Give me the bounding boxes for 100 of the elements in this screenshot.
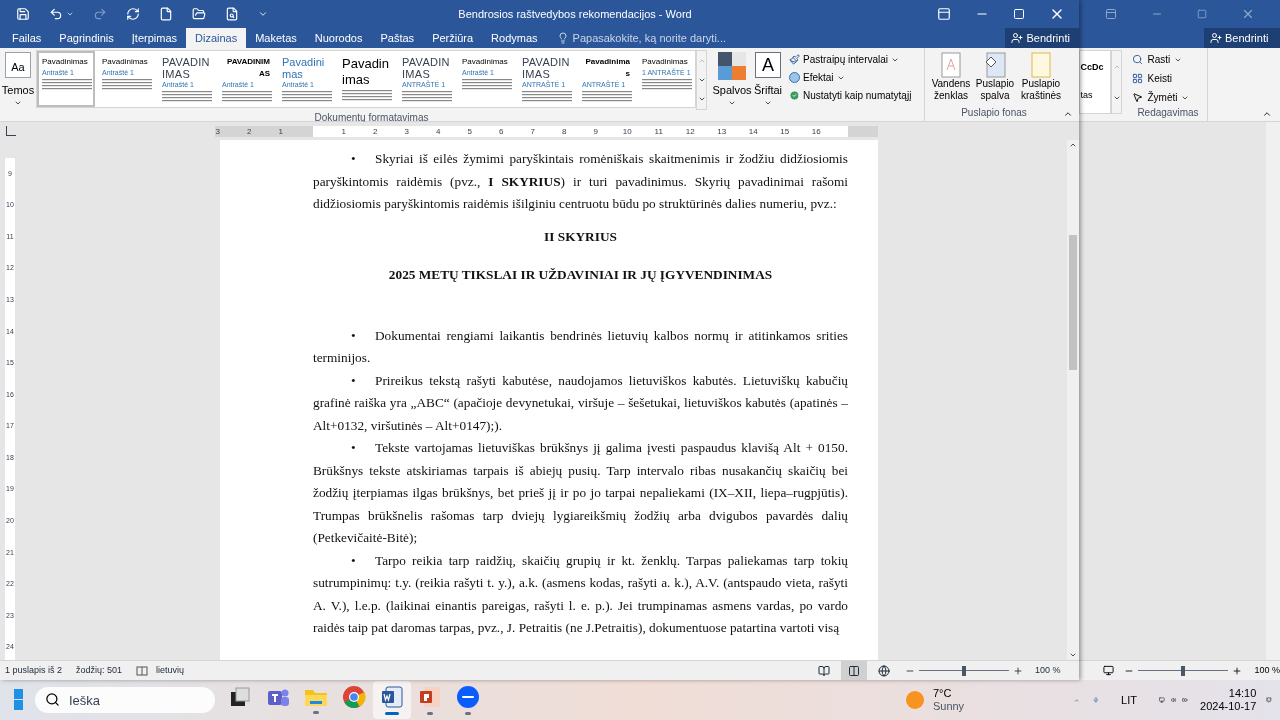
document-app-icon[interactable] — [379, 685, 404, 709]
ruler-number: 14 — [748, 125, 758, 137]
search-icon — [1132, 54, 1144, 65]
ribbon-tab[interactable]: Dizainas — [186, 28, 247, 48]
ruler-number: 16 — [811, 125, 821, 137]
video-call-icon[interactable] — [455, 685, 480, 709]
undo-icon[interactable] — [49, 7, 63, 21]
start-icon[interactable] — [14, 689, 23, 711]
clock-time[interactable]: 14:10 — [1228, 687, 1257, 700]
open-folder-icon[interactable] — [192, 7, 206, 21]
style-thumbnail[interactable]: CcDc tas — [1079, 50, 1112, 114]
text-lines-drawing — [342, 90, 392, 101]
web-layout-icon[interactable] — [1103, 665, 1115, 676]
paragraph: • Tarpo reikia tarp raidžių, skaičių grupių ir kt. ženklų. Tarpas paliekamas tarp tokių sutrumpinimų: t.y. (reikia rašyti t. y.), a.k. (asmens kodas, rašyti a. k.), A.V. (antspaudo vieta, rašyti A. V.), l.e.p. (laikinai einantis pareigas, rašyti l. e. p.). Jei trumpinamas asmens vardas, po vardo raidės taip pat daromas tarpas, pvz., J. Petraitis (ne J.Petraitis), dokumentuose patartina vartoti visą — [313, 551, 848, 637]
scrollbar-thumb[interactable] — [1069, 235, 1078, 370]
text-lines-drawing — [642, 79, 692, 90]
tell-me-field[interactable]: Papasakokite, ką norite daryti... — [572, 29, 743, 47]
ruler-number: 3 — [404, 125, 409, 137]
editing-command[interactable]: Keisti — [1132, 71, 1208, 86]
editing-command[interactable]: Rasti — [1132, 52, 1208, 67]
collapse-ribbon-icon[interactable] — [1063, 109, 1074, 119]
ribbon-tab[interactable]: Pagrindinis — [50, 28, 123, 48]
ruler-number: 4 — [436, 125, 441, 137]
ribbon-tab[interactable]: Nuorodos — [305, 28, 372, 48]
vertical-scrollbar[interactable] — [1067, 140, 1080, 660]
theme-icon[interactable]: Aa — [5, 52, 31, 78]
themes-button[interactable]: Temos — [1, 82, 35, 107]
new-document-icon[interactable] — [159, 7, 173, 21]
collapse-ribbon-icon[interactable] — [1262, 109, 1272, 119]
ruler-number: 5 — [467, 125, 472, 137]
print-preview-icon[interactable] — [225, 7, 239, 21]
paragraph-spacing-button[interactable]: Pastraipų intervalai — [789, 52, 924, 67]
slides-app-icon[interactable] — [417, 685, 442, 709]
taskbar-search-field[interactable]: Ieška — [34, 687, 215, 713]
slider-thumb[interactable] — [1181, 665, 1186, 676]
sync-icon[interactable] — [126, 7, 140, 21]
font-icon[interactable]: A — [755, 52, 781, 78]
ruler-number: 7 — [530, 125, 535, 137]
zoom-level: 100 % — [1034, 663, 1061, 677]
colors-button[interactable]: Spalvos — [712, 82, 752, 107]
color-palette-icon[interactable] — [718, 52, 746, 80]
clock-date[interactable]: 2024-10-17 — [1200, 700, 1257, 713]
window-title: Bendrosios raštvedybos rekomendacijos - Word — [457, 6, 693, 22]
text-lines-drawing — [42, 79, 92, 90]
maximize-icon[interactable] — [1013, 8, 1026, 20]
style-title: PAVADINIMAS — [162, 56, 210, 80]
slider-thumb[interactable] — [961, 665, 966, 676]
cursor-icon — [1132, 92, 1144, 103]
ruler-number: 12 — [685, 125, 695, 137]
scroll-down-icon[interactable] — [1069, 651, 1078, 659]
watermark-button[interactable]: Vandens ženklas — [931, 52, 971, 102]
editing-command[interactable]: Žymėti — [1132, 90, 1208, 105]
paragraph: • Prireikus tekstą rašyti kabutėse, naudojamos lietuviškos kabutės. Lietuviškų kabučių grafinė raiška yra „ABC“ (apačioje devynetukai, viršuje – šešetukai, lietuviškos kabutės (apatinės – Alt+0132, viršutinės – Alt+0147);). — [313, 371, 848, 435]
scroll-down-icon[interactable] — [697, 76, 706, 84]
search-icon — [44, 692, 60, 707]
style-title: Pavadinimas — [342, 56, 390, 88]
ribbon-tab[interactable]: Įterpimas — [122, 28, 186, 48]
paragraph: • Dokumentai rengiami laikantis bendrinės lietuvių kalbos normų ir atitinkamos srities terminijos. — [313, 326, 848, 367]
group-label: Dokumentų formatavimas — [313, 112, 430, 124]
language-indicator[interactable]: lietuvių — [156, 663, 185, 678]
customize-toolbar-icon[interactable] — [258, 9, 268, 19]
scroll-up-icon[interactable] — [1069, 141, 1078, 149]
style-title: PAVADINIMAS — [402, 56, 450, 80]
browser-icon[interactable] — [341, 685, 366, 709]
zoom-in-icon[interactable] — [1012, 665, 1023, 676]
ribbon-tab[interactable]: Paštas — [371, 28, 424, 48]
ruler-number: 2 — [247, 125, 252, 137]
effects-button[interactable]: Efektai — [789, 70, 924, 85]
text-lines-drawing — [282, 91, 332, 102]
section-heading: 2025 METŲ TIKSLAI IR UŽDAVINIAI IR JŲ ĮGYVENDINIMAS — [387, 266, 774, 284]
vertical-scrollbar[interactable] — [1266, 122, 1280, 660]
style-title: CcDc — [1080, 61, 1105, 74]
input-language[interactable]: LIT — [1121, 691, 1137, 709]
globe-icon — [877, 664, 890, 677]
share-button[interactable]: Bendrinti — [1005, 28, 1080, 48]
ribbon-tab[interactable]: Rodymas — [482, 28, 547, 48]
task-view-icon[interactable] — [228, 686, 251, 708]
section-heading: II SKYRIUS — [543, 227, 618, 246]
page-color-button[interactable]: Puslapio spalva — [973, 52, 1017, 102]
person-add-icon — [1210, 32, 1222, 44]
ribbon-tab[interactable]: Peržiūra — [423, 28, 483, 48]
set-default-button[interactable]: Nustatyti kaip numatytąjį — [789, 88, 924, 103]
save-icon[interactable] — [16, 7, 30, 21]
page-layout-icon — [847, 664, 860, 677]
text-lines-drawing — [462, 79, 512, 90]
ribbon-display-icon[interactable] — [1104, 8, 1117, 20]
page-borders-button[interactable]: Puslapio kraštinės — [1019, 52, 1063, 102]
ribbon-tab[interactable]: Maketas — [246, 28, 306, 48]
zoom-slider[interactable] — [918, 665, 1009, 676]
zoom-in-icon[interactable] — [1232, 665, 1243, 676]
proofing-icon[interactable] — [136, 665, 149, 676]
tab-selector-icon[interactable] — [6, 126, 16, 136]
text-lines-drawing — [222, 91, 272, 102]
fonts-button[interactable]: Šriftai — [753, 82, 783, 107]
share-button[interactable]: Bendrinti — [1204, 28, 1280, 48]
style-title: Pavadinimas — [462, 56, 509, 68]
zoom-slider[interactable] — [1138, 665, 1229, 676]
paint-bucket-icon — [984, 52, 1006, 78]
ribbon-tab[interactable]: Failas — [3, 28, 51, 48]
view-button[interactable] — [840, 661, 867, 680]
